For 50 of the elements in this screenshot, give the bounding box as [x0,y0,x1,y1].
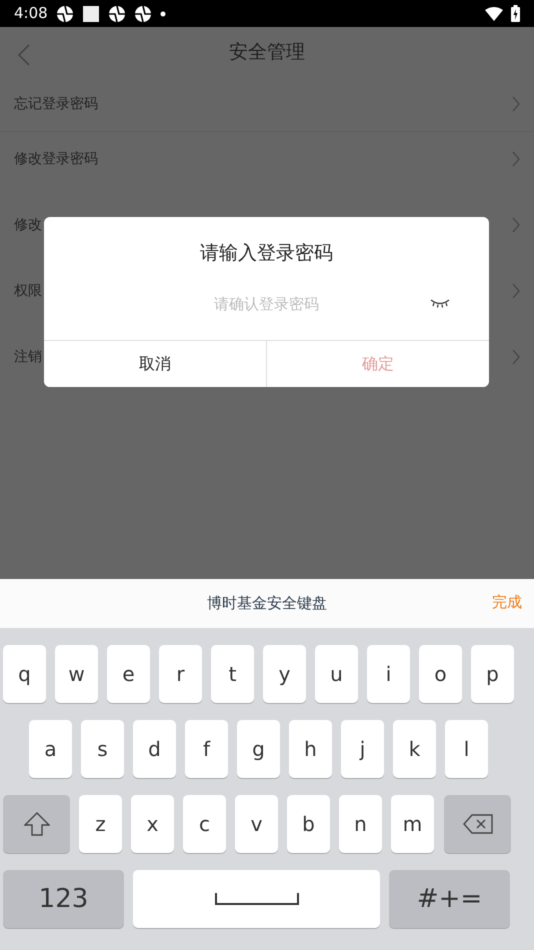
keyboard-key[interactable]: v [235,795,278,853]
mode-key[interactable]: #+= [389,870,510,928]
keyboard-key[interactable]: y [263,645,306,703]
keyboard-key[interactable]: o [419,645,462,703]
keyboard-key[interactable]: k [393,720,436,778]
notification-icon [82,4,100,22]
status-time: 4:08 [14,3,48,24]
notification-icon [56,4,74,22]
shift-arrow-icon [24,812,50,836]
wifi-icon [485,6,503,20]
keyboard-key[interactable]: u [315,645,358,703]
more-notifications-icon [160,10,166,16]
keyboard-key[interactable]: x [131,795,174,853]
chevron-right-icon [512,96,520,112]
keyboard-key[interactable]: i [367,645,410,703]
keyboard-key[interactable]: r [159,645,202,703]
keyboard-key[interactable]: n [339,795,382,853]
backspace-icon [462,814,492,834]
page-title: 安全管理 [229,40,305,65]
keyboard-key[interactable]: e [107,645,150,703]
keyboard-title: 博时基金安全键盘 [207,593,327,614]
chevron-right-icon [512,217,520,233]
notification-icon [134,4,152,22]
keyboard-key[interactable]: a [29,720,72,778]
notification-icon [108,4,126,22]
keyboard-key[interactable]: g [237,720,280,778]
eye-closed-icon[interactable] [430,298,450,308]
keyboard-key[interactable]: t [211,645,254,703]
keyboard-key[interactable]: m [391,795,434,853]
keyboard-key[interactable]: d [133,720,176,778]
dialog-title: 请输入登录密码 [199,241,334,266]
chevron-right-icon [512,151,520,167]
keyboard-key[interactable]: w [55,645,98,703]
keyboard-key[interactable]: p [471,645,514,703]
keyboard-key[interactable]: j [341,720,384,778]
keyboard-key[interactable]: q [3,645,46,703]
battery-icon [511,5,520,22]
keyboard-key[interactable]: s [81,720,124,778]
keyboard-key[interactable]: l [445,720,488,778]
keyboard-key[interactable]: f [185,720,228,778]
chevron-right-icon [512,349,520,365]
keyboard-key[interactable]: c [183,795,226,853]
space-bar-icon [214,893,298,905]
backspace-key[interactable] [444,795,511,853]
keyboard-key[interactable]: h [289,720,332,778]
keyboard-key[interactable]: b [287,795,330,853]
mode-key[interactable]: 123 [3,870,124,928]
shift-key[interactable] [3,795,70,853]
keyboard-key[interactable]: z [79,795,122,853]
chevron-right-icon [512,283,520,299]
